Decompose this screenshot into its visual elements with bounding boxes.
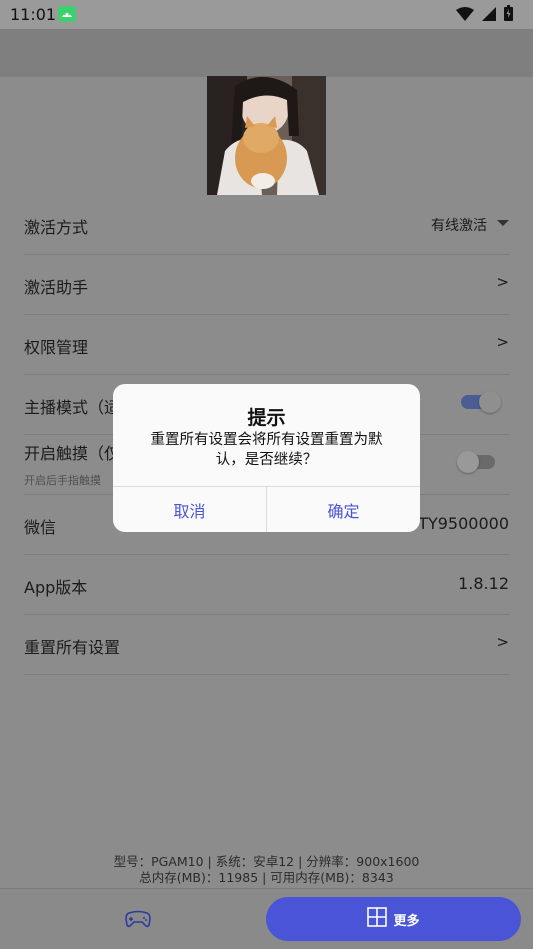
activation-mode-label: 激活方式: [24, 218, 89, 237]
wechat-value: TY9500000: [418, 514, 509, 533]
more-label: 更多: [393, 913, 420, 929]
touch-mode-label: 开启触摸（仅: [24, 444, 121, 463]
gamepad-icon[interactable]: [120, 905, 156, 933]
dialog-message: 重置所有设置会将所有设置重置为默认，是否继续？: [150, 432, 383, 468]
signal-icon: [482, 6, 496, 25]
dialog-buttons: 取消 确定: [113, 486, 420, 532]
app-version-value: 1.8.12: [458, 574, 509, 593]
activation-helper-row[interactable]: 激活助手 >: [24, 255, 509, 315]
chevron-right-icon: >: [496, 333, 509, 351]
android-icon: [58, 6, 76, 22]
touch-mode-subtext: 开启后手指触摸: [24, 474, 101, 487]
device-info: 型号：PGAM10 | 系统：安卓12 | 分辨率：900x1600 总内存(M…: [0, 854, 533, 886]
permissions-label: 权限管理: [24, 338, 89, 357]
chevron-right-icon: >: [496, 633, 509, 651]
app-version-row: App版本 1.8.12: [24, 555, 509, 615]
status-time: 11:01: [10, 5, 57, 24]
activation-helper-label: 激活助手: [24, 278, 89, 297]
chevron-down-icon[interactable]: [497, 220, 509, 226]
reset-all-row[interactable]: 重置所有设置 >: [24, 615, 509, 675]
app-version-label: App版本: [24, 578, 88, 597]
reset-all-label: 重置所有设置: [24, 638, 121, 657]
activation-mode-row[interactable]: 激活方式 有线激活: [24, 195, 509, 255]
more-button[interactable]: 更多: [266, 897, 521, 941]
streamer-mode-toggle[interactable]: [461, 391, 501, 413]
dialog-title: 提示: [247, 407, 286, 429]
confirm-dialog: 提示 重置所有设置会将所有设置重置为默认，是否继续？ 取消 确定: [113, 384, 420, 532]
cancel-button[interactable]: 取消: [113, 487, 266, 532]
bottom-bar: 更多: [0, 888, 533, 949]
confirm-button[interactable]: 确定: [266, 487, 420, 532]
wifi-icon: [456, 6, 474, 25]
permissions-row[interactable]: 权限管理 >: [24, 315, 509, 375]
activation-mode-value[interactable]: 有线激活: [431, 215, 487, 235]
streamer-mode-label: 主播模式（适: [24, 398, 121, 417]
app-toolbar: [0, 29, 533, 77]
device-info-line1: 型号：PGAM10 | 系统：安卓12 | 分辨率：900x1600: [113, 854, 420, 869]
chevron-right-icon: >: [496, 273, 509, 291]
battery-icon: [504, 5, 513, 25]
wechat-label: 微信: [24, 518, 57, 537]
profile-avatar: [207, 76, 326, 195]
touch-mode-toggle[interactable]: [457, 451, 495, 473]
device-info-line2: 总内存(MB)：11985 | 可用内存(MB)：8343: [139, 870, 394, 885]
status-bar: 11:01: [0, 0, 533, 29]
grid-icon: [367, 907, 388, 931]
